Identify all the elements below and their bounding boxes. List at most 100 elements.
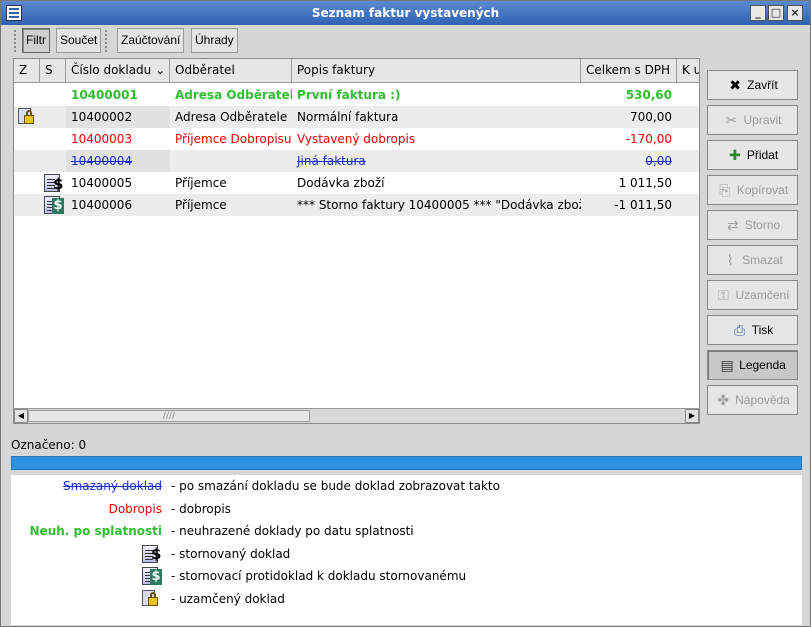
lock-icon: ⚿ xyxy=(718,287,729,303)
row-description: Jiná faktura xyxy=(297,154,366,168)
table-row[interactable]: 10400003 Příjemce Dobropisu Vystavený dobr… xyxy=(14,128,699,150)
legend-description: - stornovaný doklad xyxy=(171,546,291,561)
lock-icon xyxy=(18,108,36,126)
minimize-button[interactable]: _ xyxy=(750,5,766,21)
scroll-left-icon[interactable]: ◀ xyxy=(14,409,28,423)
legend-item: - uzamčený doklad xyxy=(11,589,802,609)
row-customer: Příjemce Dobropisu xyxy=(175,132,292,146)
row-number: 10400005 xyxy=(71,176,133,190)
row-number: 10400001 xyxy=(71,88,138,102)
close-window-button[interactable]: × xyxy=(787,5,803,21)
table-row[interactable]: 10400004 Jiná faktura 0,00 xyxy=(14,150,699,172)
lock-icon xyxy=(142,589,160,608)
table-row[interactable]: 10400001 Adresa Odběratele První faktura :… xyxy=(14,84,699,106)
side-button-label: Uzamčení xyxy=(735,288,790,302)
side-button-label: Upravit xyxy=(743,113,782,127)
n-pov-da-button[interactable]: ✤ Nápověda xyxy=(707,385,798,415)
help-icon: ✤ xyxy=(717,392,729,408)
row-description: Vystavený dobropis xyxy=(297,132,416,146)
table-row[interactable]: $10400005 Příjemce Dodávka zboží 1 011,50 xyxy=(14,172,699,194)
column-header-total[interactable]: Celkem s DPH xyxy=(581,59,677,83)
toolbar-grip[interactable] xyxy=(14,30,20,52)
invoice-table: Z S Číslo dokladu ⌄ Odběratel Popis fakt… xyxy=(13,58,700,424)
row-locked-cell xyxy=(14,172,40,194)
side-button-label: Nápověda xyxy=(735,393,790,407)
legend-icon xyxy=(142,589,160,614)
row-number: 10400003 xyxy=(71,132,133,146)
column-header-customer[interactable]: Odběratel xyxy=(170,59,292,83)
row-number: 10400004 xyxy=(66,150,170,172)
legend-icon: $ xyxy=(142,544,161,569)
row-customer: Adresa Odběratele xyxy=(175,110,288,124)
maximize-button[interactable]: □ xyxy=(768,5,784,21)
payments-button[interactable]: Úhrady xyxy=(191,28,238,53)
side-button-label: Smazat xyxy=(742,253,783,267)
toolbar-grip[interactable] xyxy=(105,30,111,52)
column-header-number[interactable]: Číslo dokladu ⌄ xyxy=(66,59,170,83)
filter-button[interactable]: Filtr xyxy=(22,28,50,53)
row-total: 530,60 xyxy=(625,88,672,102)
row-locked-cell xyxy=(14,194,40,216)
row-total: -170,00 xyxy=(625,132,672,146)
column-header-description[interactable]: Popis faktury xyxy=(292,59,581,83)
row-description: Dodávka zboží xyxy=(297,176,385,190)
sum-button[interactable]: Součet xyxy=(56,28,102,53)
scroll-right-icon[interactable]: ▶ xyxy=(685,409,699,423)
row-total: 1 011,50 xyxy=(618,176,672,190)
legend-item: Dobropis - dobropis xyxy=(11,499,802,519)
storno-doc-icon: $ xyxy=(142,544,161,563)
uzam-en--button[interactable]: ⚿ Uzamčení xyxy=(707,280,798,310)
legend-term: Smazaný doklad xyxy=(62,479,162,493)
legend-description: - po smazání dokladu se bude doklad zobr… xyxy=(171,479,500,493)
horizontal-scrollbar[interactable]: ◀ //// ▶ xyxy=(14,408,699,423)
sort-descending-icon: ⌄ xyxy=(155,63,166,77)
app-menu-icon[interactable] xyxy=(6,5,22,21)
row-locked-cell xyxy=(14,150,40,172)
side-button-label: Přidat xyxy=(746,148,779,162)
legend-item: Smazaný doklad - po smazání dokladu se bu… xyxy=(11,476,802,496)
storno-button[interactable]: ⇄ Storno xyxy=(707,210,798,240)
tools-icon: ✂ xyxy=(725,112,738,128)
document-icon: ▤ xyxy=(720,357,734,373)
storno-counter-doc-icon: $ xyxy=(142,567,162,585)
upravit-button[interactable]: ✂ Upravit xyxy=(707,105,798,135)
storno-icon: ⇄ xyxy=(726,217,739,233)
p-idat-button[interactable]: ✚ Přidat xyxy=(707,140,798,170)
accounting-button[interactable]: Zaúčtování xyxy=(117,28,185,53)
row-description: Normální faktura xyxy=(297,110,399,124)
smazat-button[interactable]: ⌇ Smazat xyxy=(707,245,798,275)
table-row[interactable]: $10400006 Příjemce *** Storno faktury 1040… xyxy=(14,194,699,216)
legend-description: - stornovací protidoklad k dokladu storn… xyxy=(171,569,467,583)
row-customer: Příjemce xyxy=(175,176,227,190)
legend-description: - dobropis xyxy=(171,501,231,516)
side-button-label: Kopírovat xyxy=(736,183,789,197)
legend-term: Neuh. po splatnosti xyxy=(29,524,162,538)
row-customer: Příjemce xyxy=(175,198,227,212)
main-window: Seznam faktur vystavených _ □ × Filtr So… xyxy=(0,0,811,627)
close-icon: ✖ xyxy=(729,77,742,93)
column-header-s[interactable]: S xyxy=(40,59,66,83)
legend-item: $ - stornovací protidoklad k dokladu stor… xyxy=(11,566,802,586)
column-header-z[interactable]: Z xyxy=(14,59,40,83)
row-number: 10400006 xyxy=(71,198,133,212)
kop-rovat-button[interactable]: ⎘ Kopírovat xyxy=(707,175,798,205)
table-row[interactable]: 10400002 Adresa Odběratele Normální faktur… xyxy=(14,106,699,128)
side-button-label: Storno xyxy=(744,218,781,232)
legend-item: Neuh. po splatnosti - neuhrazené doklady … xyxy=(11,521,802,541)
storno-counter-doc-icon: $ xyxy=(44,196,64,214)
legenda-button[interactable]: ▤ Legenda xyxy=(707,350,798,380)
row-locked-cell xyxy=(14,128,40,150)
window-titlebar[interactable]: Seznam faktur vystavených _ □ × xyxy=(1,1,810,25)
row-customer xyxy=(170,150,292,172)
selected-count: Označeno: 0 xyxy=(11,438,87,452)
row-storno-cell xyxy=(40,106,66,128)
row-description: První faktura :) xyxy=(297,88,401,102)
row-total: 700,00 xyxy=(630,110,672,124)
column-header-to-pay[interactable]: K u xyxy=(677,59,699,83)
column-header-number-label: Číslo dokladu xyxy=(71,63,152,77)
row-storno-cell xyxy=(40,128,66,150)
tisk-button[interactable]: ⎙ Tisk xyxy=(707,315,798,345)
scrollbar-thumb[interactable]: //// xyxy=(28,410,310,422)
progress-bar xyxy=(11,456,802,470)
zav-t-button[interactable]: ✖ Zavřít xyxy=(707,70,798,100)
